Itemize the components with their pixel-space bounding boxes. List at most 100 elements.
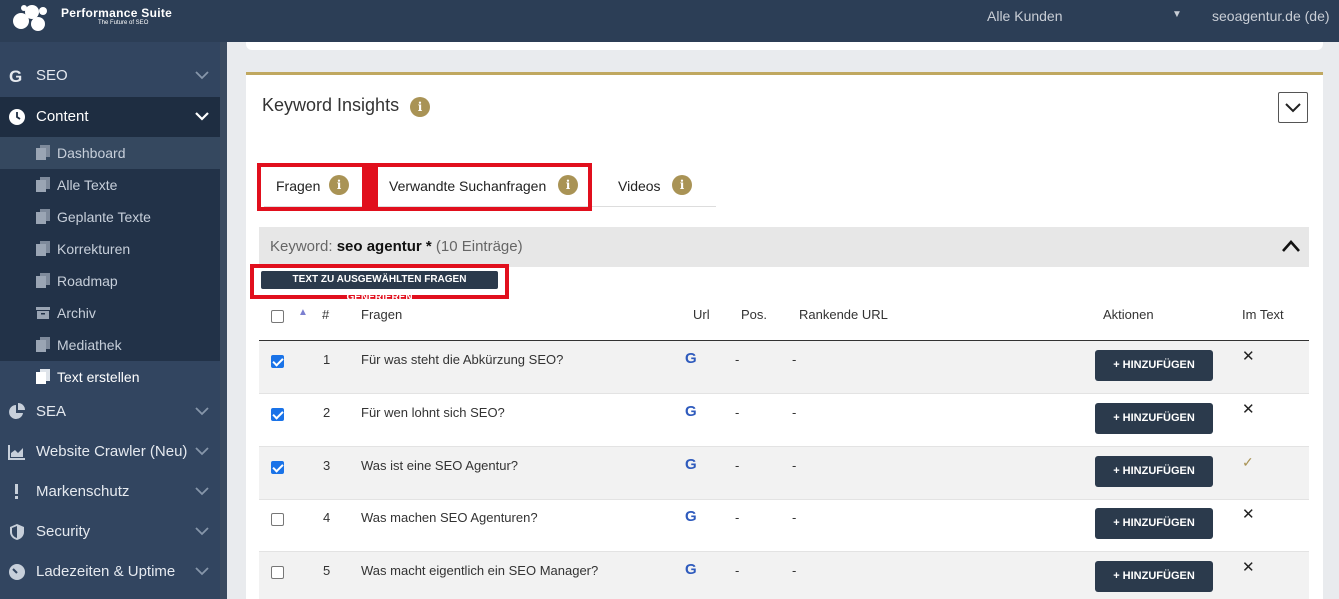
add-button[interactable]: + HINZUFÜGEN	[1095, 508, 1213, 539]
row-pos: -	[735, 563, 740, 578]
sidebar-item-seo[interactable]: G SEO	[0, 56, 220, 96]
add-button[interactable]: + HINZUFÜGEN	[1095, 561, 1213, 592]
chevron-down-icon	[195, 527, 209, 536]
document-icon	[36, 177, 50, 192]
row-checkbox[interactable]	[271, 355, 284, 368]
document-icon	[36, 145, 50, 160]
top-bar: Performance Suite The Future of SEO Alle…	[0, 0, 1339, 42]
submenu-item-archiv[interactable]: Archiv	[0, 297, 220, 329]
caret-down-icon[interactable]: ▼	[1172, 9, 1182, 20]
submenu-item-dashboard[interactable]: Dashboard	[0, 137, 220, 169]
highlight-box-tabs	[257, 163, 592, 211]
row-checkbox[interactable]	[271, 461, 284, 474]
row-checkbox[interactable]	[271, 513, 284, 526]
document-icon	[36, 273, 50, 288]
row-question: Für was steht die Abkürzung SEO?	[361, 352, 564, 367]
row-ranking-url: -	[792, 458, 797, 473]
card-title: Keyword Insights	[262, 95, 400, 115]
row-number: 1	[323, 352, 331, 367]
column-fragen[interactable]: Fragen	[361, 307, 402, 322]
exclamation-icon	[15, 484, 18, 499]
document-icon	[36, 369, 50, 384]
chevron-down-icon	[1285, 103, 1301, 113]
highlight-divider	[362, 167, 378, 207]
row-question: Was ist eine SEO Agentur?	[361, 458, 519, 473]
pie-chart-icon	[9, 403, 25, 419]
sidebar-item-content[interactable]: Content	[0, 97, 220, 137]
chevron-down-icon	[195, 447, 209, 456]
row-number: 2	[323, 405, 331, 420]
google-g-icon[interactable]: G	[685, 350, 697, 367]
chevron-down-icon	[195, 112, 209, 121]
select-all-checkbox[interactable]	[271, 310, 284, 323]
add-button[interactable]: + HINZUFÜGEN	[1095, 350, 1213, 381]
submenu-item-text-erstellen[interactable]: Text erstellen	[0, 361, 220, 393]
sidebar-item-website-crawler[interactable]: Website Crawler (Neu)	[0, 432, 220, 472]
sidebar-item-label: SEO	[36, 67, 68, 84]
info-icon[interactable]: i	[672, 175, 692, 195]
sidebar-item-security[interactable]: Security	[0, 512, 220, 552]
document-icon	[36, 337, 50, 352]
submenu-item-alle-texte[interactable]: Alle Texte	[0, 169, 220, 201]
close-icon: ✕	[1242, 401, 1255, 418]
sidebar-item-ladezeiten[interactable]: Ladezeiten & Uptime	[0, 552, 220, 592]
close-icon: ✕	[1242, 506, 1255, 523]
row-pos: -	[735, 510, 740, 525]
column-rankende-url: Rankende URL	[799, 307, 888, 322]
add-button[interactable]: + HINZUFÜGEN	[1095, 403, 1213, 434]
add-button[interactable]: + HINZUFÜGEN	[1095, 456, 1213, 487]
tab-videos[interactable]: Videos	[618, 178, 661, 194]
sidebar-item-sea[interactable]: SEA	[0, 392, 220, 432]
archive-icon	[36, 307, 50, 319]
sort-asc-icon[interactable]: ▲	[298, 307, 308, 318]
row-question: Was machen SEO Agenturen?	[361, 510, 538, 525]
google-g-icon[interactable]: G	[685, 403, 697, 420]
google-g-icon[interactable]: G	[685, 561, 697, 578]
brand-tagline: The Future of SEO	[98, 20, 149, 26]
clock-icon	[9, 109, 25, 125]
submenu-item-roadmap[interactable]: Roadmap	[0, 265, 220, 297]
row-number: 5	[323, 563, 331, 578]
collapse-button[interactable]	[1278, 92, 1308, 123]
table-row: 2 Für wen lohnt sich SEO? G - - + HINZUF…	[259, 394, 1309, 447]
shield-icon	[10, 524, 24, 540]
table-row: 1 Für was steht die Abkürzung SEO? G - -…	[259, 341, 1309, 394]
chevron-down-icon	[195, 487, 209, 496]
column-url: Url	[693, 307, 710, 322]
document-icon	[36, 209, 50, 224]
column-number: #	[322, 307, 330, 322]
google-g-icon[interactable]: G	[685, 508, 697, 525]
sidebar-item-markenschutz[interactable]: Markenschutz	[0, 472, 220, 512]
sidebar-item-label: SEA	[36, 403, 67, 420]
svg-text:G: G	[9, 67, 22, 85]
customer-select[interactable]: Alle Kunden	[987, 8, 1063, 24]
google-g-icon[interactable]: G	[685, 456, 697, 473]
sidebar-item-label: Security	[36, 523, 91, 540]
row-pos: -	[735, 352, 740, 367]
submenu-item-korrekturen[interactable]: Korrekturen	[0, 233, 220, 265]
keyword-header[interactable]: Keyword: seo agentur * (10 Einträge)	[259, 227, 1309, 267]
sidebar-item-label: Website Crawler (Neu)	[36, 443, 188, 460]
info-icon[interactable]: i	[410, 97, 430, 117]
submenu-item-geplante-texte[interactable]: Geplante Texte	[0, 201, 220, 233]
sidebar-scrollbar[interactable]	[220, 42, 227, 599]
row-checkbox[interactable]	[271, 408, 284, 421]
sidebar-item-label: Ladezeiten & Uptime	[36, 563, 176, 580]
table-row: 3 Was ist eine SEO Agentur? G - - + HINZ…	[259, 447, 1309, 500]
row-number: 4	[323, 510, 331, 525]
generate-text-button[interactable]: TEXT ZU AUSGEWÄHLTEN FRAGEN GENERIEREN	[261, 271, 498, 303]
row-checkbox[interactable]	[271, 566, 284, 579]
chevron-up-icon[interactable]	[1281, 239, 1301, 253]
row-ranking-url: -	[792, 352, 797, 367]
account-select[interactable]: seoagentur.de (de)	[1212, 8, 1330, 24]
area-chart-icon	[8, 445, 25, 460]
sidebar-item-label: Markenschutz	[36, 483, 130, 500]
previous-card	[246, 42, 1323, 50]
row-question: Für wen lohnt sich SEO?	[361, 405, 505, 420]
table-row: 4 Was machen SEO Agenturen? G - - + HINZ…	[259, 499, 1309, 552]
gauge-icon	[9, 564, 25, 580]
chevron-down-icon	[195, 71, 209, 80]
column-pos: Pos.	[741, 307, 768, 322]
check-icon: ✓	[1242, 454, 1254, 470]
submenu-item-mediathek[interactable]: Mediathek	[0, 329, 220, 361]
